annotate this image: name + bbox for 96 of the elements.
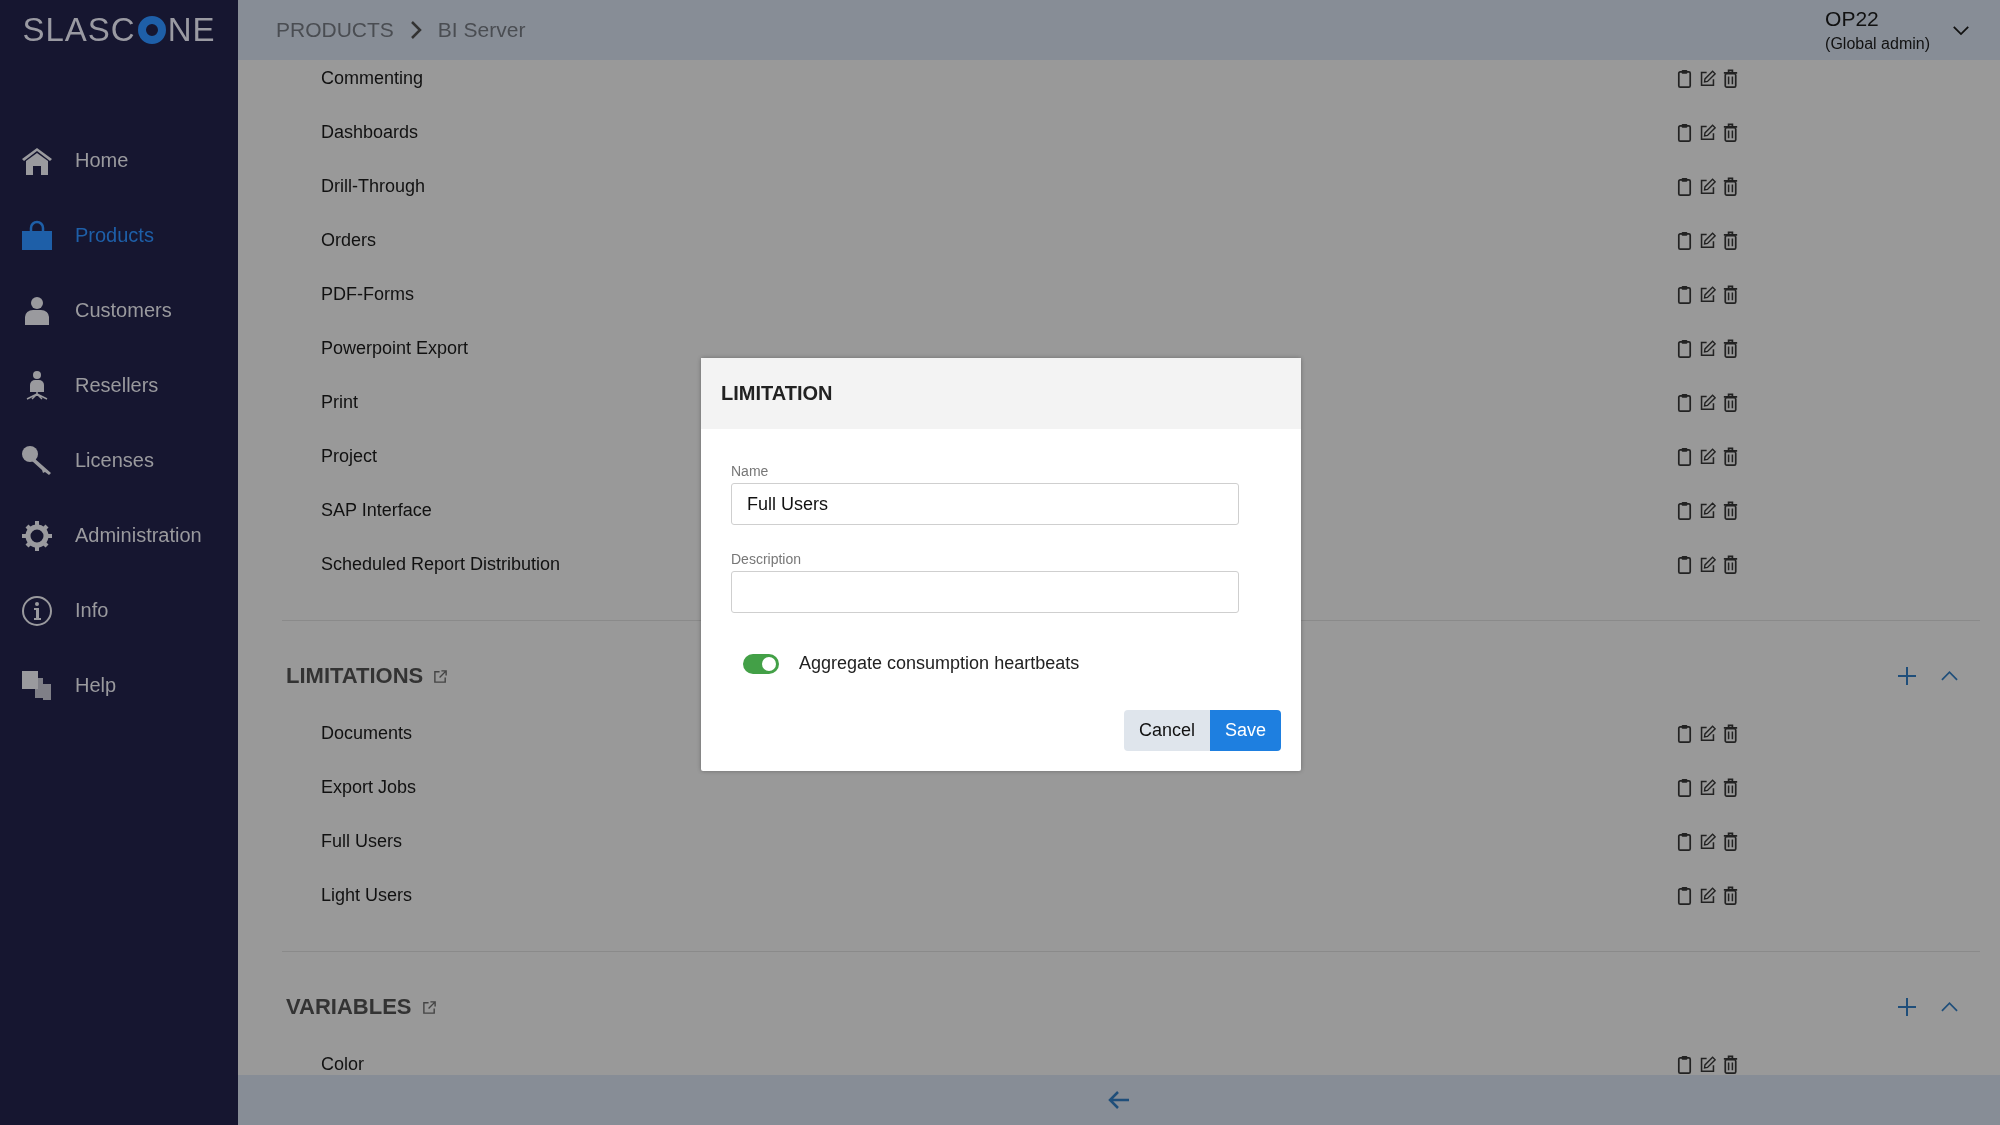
back-arrow-icon[interactable]: [1107, 1090, 1131, 1110]
list-item-label: Scheduled Report Distribution: [321, 553, 561, 575]
external-link-icon[interactable]: [421, 999, 437, 1015]
clipboard-icon[interactable]: [1676, 831, 1693, 851]
chevron-down-icon[interactable]: [1952, 24, 1970, 36]
edit-icon[interactable]: [1699, 500, 1716, 520]
section-title: LIMITATIONS: [286, 663, 424, 689]
nav-item[interactable]: Customers: [0, 273, 238, 348]
chevron-up-icon[interactable]: [1941, 1002, 1958, 1012]
edit-icon[interactable]: [1699, 554, 1716, 574]
edit-icon[interactable]: [1699, 723, 1716, 743]
list-item-label: Orders: [321, 229, 376, 251]
dialog-title: LIMITATION: [721, 382, 833, 405]
cancel-button[interactable]: Cancel: [1123, 710, 1210, 751]
edit-icon[interactable]: [1699, 284, 1716, 304]
list-item-label: Full Users: [321, 830, 402, 852]
nav-item[interactable]: Help: [0, 648, 238, 723]
clipboard-icon[interactable]: [1676, 885, 1693, 905]
edit-icon[interactable]: [1699, 885, 1716, 905]
clipboard-icon[interactable]: [1676, 338, 1693, 358]
clipboard-icon[interactable]: [1676, 554, 1693, 574]
edit-icon[interactable]: [1699, 176, 1716, 196]
clipboard-icon[interactable]: [1676, 230, 1693, 250]
input-field[interactable]: Full Users: [731, 483, 1239, 525]
trash-icon[interactable]: [1722, 500, 1739, 520]
user-role: (Global admin): [1825, 35, 1930, 53]
clipboard-icon[interactable]: [1676, 777, 1693, 797]
gear-icon: [21, 519, 53, 552]
trash-icon[interactable]: [1722, 284, 1739, 304]
nav-item[interactable]: Administration: [0, 498, 238, 573]
toggle-label: Aggregate consumption heartbeats: [799, 653, 1080, 674]
edit-icon[interactable]: [1699, 831, 1716, 851]
section-title: VARIABLES: [286, 994, 412, 1020]
clipboard-icon[interactable]: [1676, 1054, 1693, 1074]
edit-icon[interactable]: [1699, 392, 1716, 412]
trash-icon[interactable]: [1722, 831, 1739, 851]
field-label: Description: [731, 551, 803, 567]
chevron-right-icon: [409, 20, 422, 40]
user-name: OP22: [1825, 7, 1880, 31]
list-item-label: Commenting: [321, 67, 424, 89]
trash-icon[interactable]: [1722, 230, 1739, 250]
nav-item[interactable]: Info: [0, 573, 238, 648]
input-field[interactable]: [731, 571, 1239, 613]
add-icon[interactable]: [1897, 666, 1917, 686]
info-icon: [21, 594, 53, 627]
clipboard-icon[interactable]: [1676, 723, 1693, 743]
trash-icon[interactable]: [1722, 1054, 1739, 1074]
key-icon: [21, 444, 53, 477]
clipboard-icon[interactable]: [1676, 446, 1693, 466]
trash-icon[interactable]: [1722, 338, 1739, 358]
edit-icon[interactable]: [1699, 230, 1716, 250]
list-item-label: Color: [321, 1053, 364, 1075]
external-link-icon[interactable]: [433, 668, 449, 684]
save-button[interactable]: Save: [1209, 710, 1281, 751]
edit-icon[interactable]: [1699, 446, 1716, 466]
edit-icon[interactable]: [1699, 338, 1716, 358]
trash-icon[interactable]: [1722, 446, 1739, 466]
edit-icon[interactable]: [1699, 777, 1716, 797]
trash-icon[interactable]: [1722, 392, 1739, 412]
nav-item[interactable]: Home: [0, 123, 238, 198]
add-icon[interactable]: [1897, 997, 1917, 1017]
list-item-label: PDF-Forms: [321, 283, 414, 305]
clipboard-icon[interactable]: [1676, 392, 1693, 412]
chevron-up-icon[interactable]: [1941, 671, 1958, 681]
list-item-label: Export Jobs: [321, 776, 417, 798]
logo-text: SLASC: [22, 11, 136, 49]
trash-icon[interactable]: [1722, 554, 1739, 574]
list-item-label: SAP Interface: [321, 499, 432, 521]
list-item-label: Documents: [321, 722, 413, 744]
clipboard-icon[interactable]: [1676, 68, 1693, 88]
nav-item[interactable]: Resellers: [0, 348, 238, 423]
trash-icon[interactable]: [1722, 885, 1739, 905]
logo-text: NE: [167, 11, 216, 49]
trash-icon[interactable]: [1722, 723, 1739, 743]
shopping-bag-icon: [21, 219, 53, 252]
list-item-label: Drill-Through: [321, 175, 426, 197]
clipboard-icon[interactable]: [1676, 500, 1693, 520]
list-item-label: Powerpoint Export: [321, 337, 469, 359]
field-label: Name: [731, 463, 770, 479]
clipboard-icon[interactable]: [1676, 122, 1693, 142]
list-item-label: Print: [321, 391, 358, 413]
list-item-label: Light Users: [321, 884, 413, 906]
clipboard-icon[interactable]: [1676, 284, 1693, 304]
edit-icon[interactable]: [1699, 1054, 1716, 1074]
toggle-switch[interactable]: [743, 653, 779, 674]
trash-icon[interactable]: [1722, 777, 1739, 797]
clipboard-icon[interactable]: [1676, 176, 1693, 196]
list-item-label: Dashboards: [321, 121, 419, 143]
trash-icon[interactable]: [1722, 68, 1739, 88]
trash-icon[interactable]: [1722, 176, 1739, 196]
nav-item[interactable]: Licenses: [0, 423, 238, 498]
ring-logo-icon: [136, 15, 167, 45]
edit-icon[interactable]: [1699, 122, 1716, 142]
edit-icon[interactable]: [1699, 68, 1716, 88]
trash-icon[interactable]: [1722, 122, 1739, 142]
list-item-label: Project: [321, 445, 378, 467]
